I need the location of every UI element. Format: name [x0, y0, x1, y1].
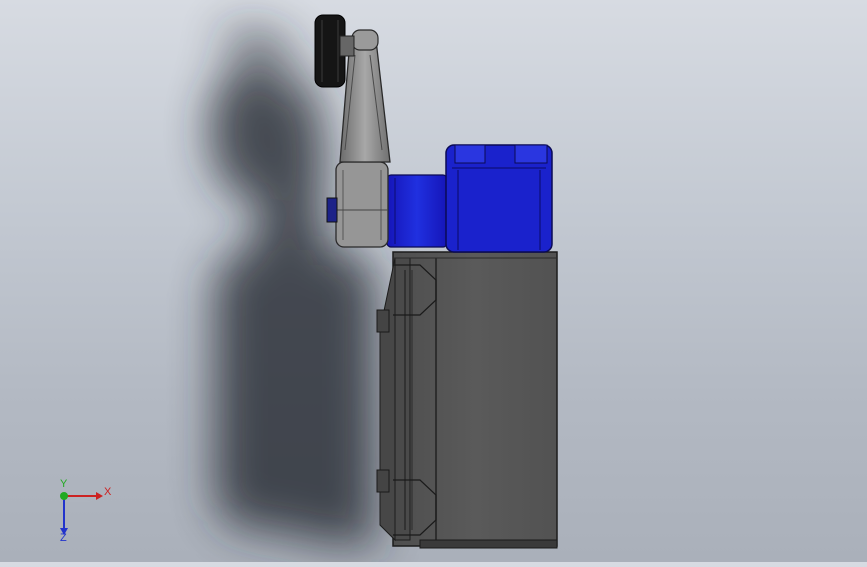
z-axis-label: Z: [60, 532, 67, 544]
lever-hub[interactable]: [326, 161, 389, 248]
triad-plane-icon: [64, 498, 90, 502]
actuator-head[interactable]: [386, 144, 553, 253]
y-axis-label: Y: [60, 478, 68, 490]
y-axis-dot-icon: [60, 492, 68, 500]
model-canvas: [210, 14, 558, 549]
switch-housing[interactable]: [376, 251, 558, 549]
x-axis-label: X: [104, 486, 112, 498]
coordinate-triad: X Y Z: [48, 478, 118, 550]
3d-viewport[interactable]: X Y Z: [0, 0, 867, 562]
